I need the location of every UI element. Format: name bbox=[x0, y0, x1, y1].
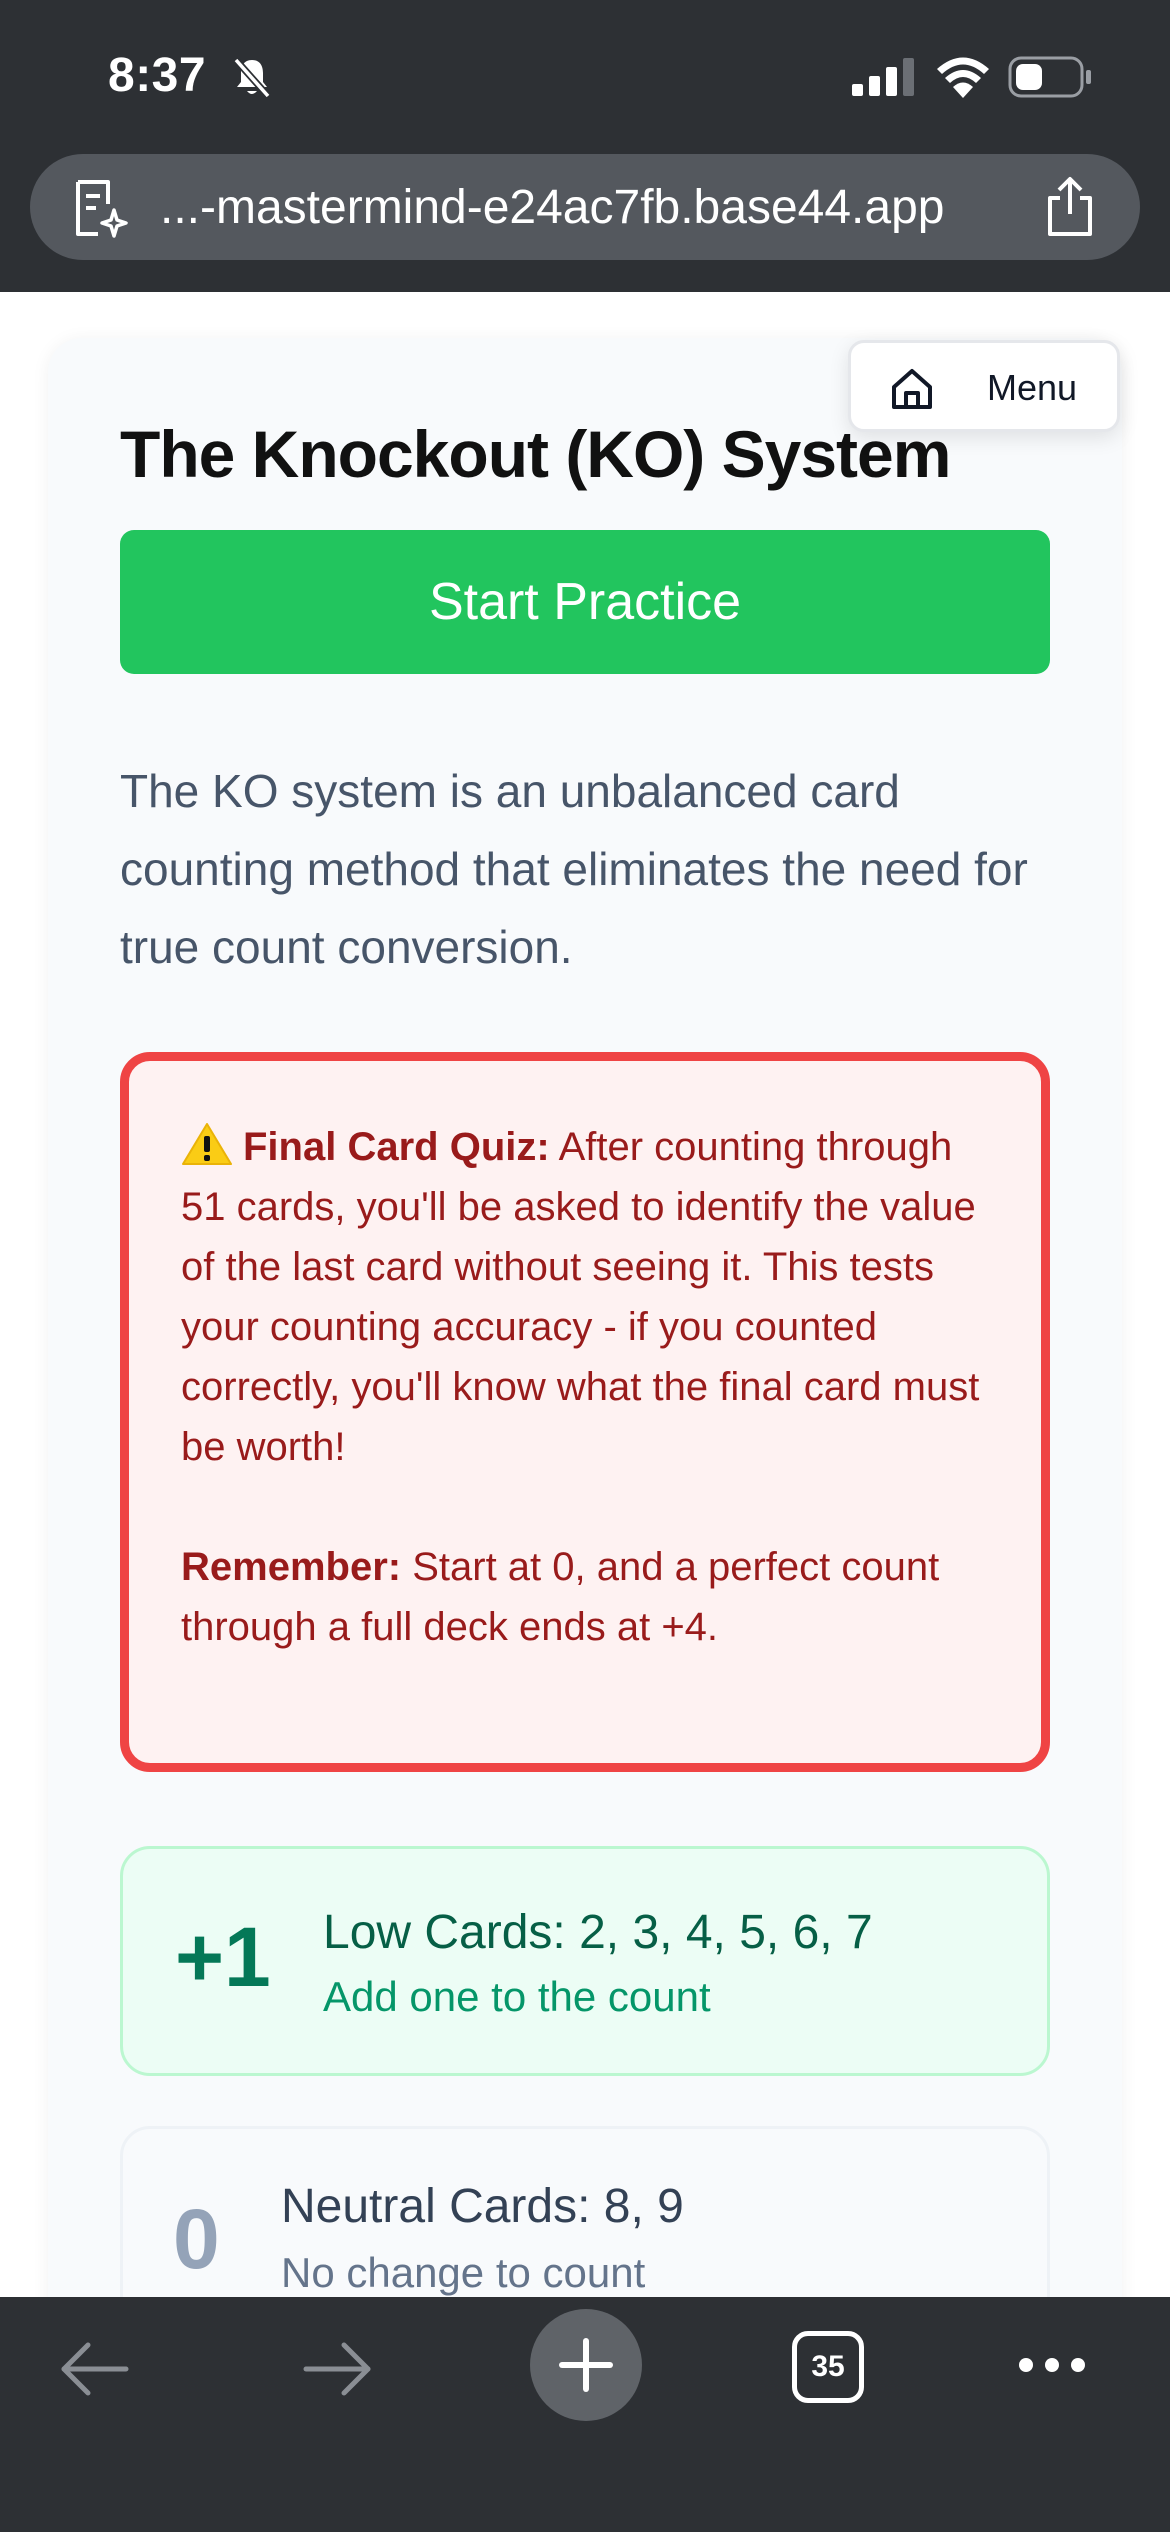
url-text[interactable]: ...-mastermind-e24ac7fb.base44.app bbox=[160, 180, 944, 235]
low-cards-title: Low Cards: 2, 3, 4, 5, 6, 7 bbox=[323, 1906, 873, 1959]
neutral-cards-title: Neutral Cards: 8, 9 bbox=[281, 2180, 684, 2233]
warning-icon bbox=[182, 1123, 232, 1165]
tab-switcher-button[interactable]: 35 bbox=[792, 2331, 864, 2403]
more-options-icon[interactable] bbox=[1016, 2353, 1088, 2377]
menu-button[interactable]: Menu bbox=[848, 340, 1120, 432]
menu-label: Menu bbox=[987, 367, 1078, 408]
quiz-heading: Final Card Quiz: bbox=[243, 1125, 550, 1169]
page-title: The Knockout (KO) System bbox=[120, 417, 951, 491]
plus-icon bbox=[559, 2338, 613, 2392]
start-practice-button[interactable]: Start Practice bbox=[120, 530, 1050, 674]
cellular-signal-icon bbox=[852, 58, 914, 96]
neutral-clip: 0 Neutral Cards: 8, 9 No change to count bbox=[0, 2126, 1170, 2297]
back-arrow-icon[interactable] bbox=[58, 2339, 130, 2399]
remember-label: Remember: bbox=[181, 1545, 402, 1589]
neutral-cards-description: No change to count bbox=[281, 2249, 646, 2296]
low-cards-description: Add one to the count bbox=[323, 1973, 711, 2020]
new-tab-button[interactable] bbox=[530, 2309, 642, 2421]
wifi-icon bbox=[937, 57, 989, 98]
home-icon bbox=[892, 369, 932, 409]
browser-bottom-toolbar: 35 bbox=[0, 2297, 1170, 2532]
final-card-quiz-notice: Final Card Quiz: After counting through … bbox=[120, 1052, 1050, 1772]
browser-top-chrome: 8:37 ...-mastermind-e24ac7fb.base44.app bbox=[0, 0, 1170, 292]
url-bar[interactable]: ...-mastermind-e24ac7fb.base44.app bbox=[30, 154, 1140, 260]
bell-muted-icon bbox=[233, 57, 271, 99]
battery-icon bbox=[1008, 56, 1091, 98]
neutral-cards-rule: 0 Neutral Cards: 8, 9 No change to count bbox=[120, 2126, 1050, 2297]
quiz-body: After counting through 51 cards, you'll … bbox=[181, 1125, 980, 1469]
share-icon[interactable] bbox=[1042, 176, 1098, 238]
status-time: 8:37 bbox=[108, 49, 207, 102]
forward-arrow-icon[interactable] bbox=[302, 2339, 374, 2399]
low-cards-rule: +1 Low Cards: 2, 3, 4, 5, 6, 7 Add one t… bbox=[120, 1846, 1050, 2076]
remember-paragraph: Remember: Start at 0, and a perfect coun… bbox=[181, 1537, 991, 1657]
quiz-paragraph: Final Card Quiz: After counting through … bbox=[181, 1117, 991, 1477]
page-summary-icon[interactable] bbox=[68, 178, 130, 240]
low-cards-value: +1 bbox=[175, 1910, 271, 2004]
intro-text: The KO system is an unbalanced card coun… bbox=[120, 765, 1028, 973]
neutral-cards-value: 0 bbox=[173, 2192, 220, 2286]
